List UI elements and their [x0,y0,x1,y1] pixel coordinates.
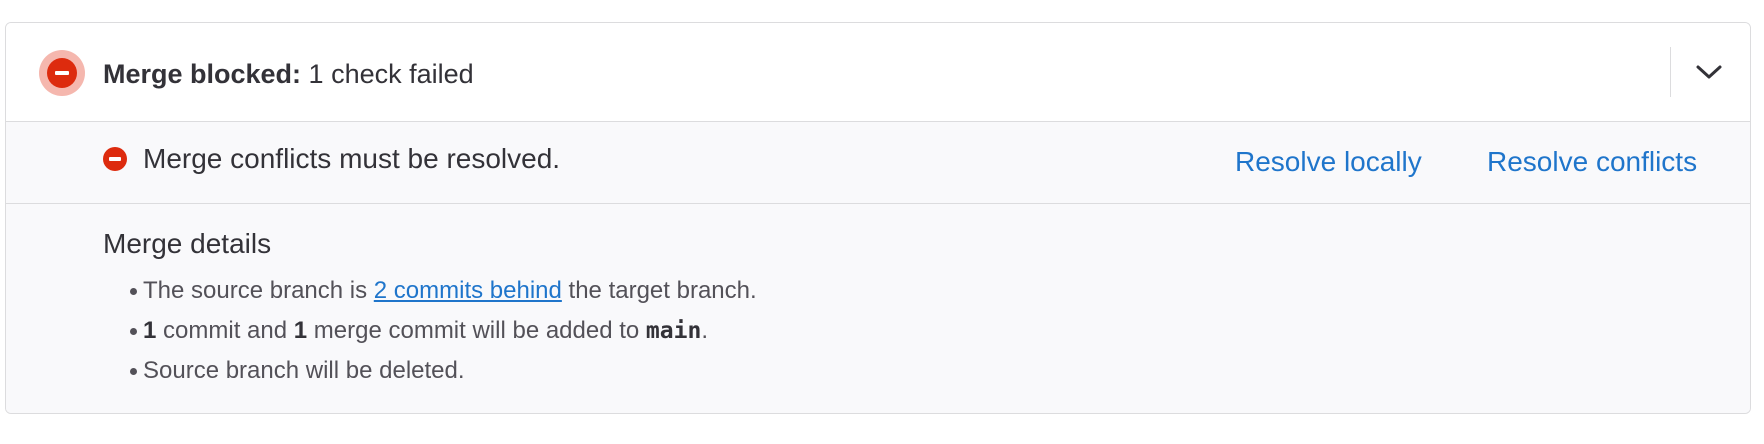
list-item: 1 commit and 1 merge commit will be adde… [103,311,757,351]
commit-count-label: commit and [156,317,294,344]
chevron-down-icon [1696,65,1722,79]
resolve-conflicts-button[interactable]: Resolve conflicts [1487,144,1697,180]
list-item: Source branch will be deleted. [103,351,757,391]
resolve-locally-button[interactable]: Resolve locally [1235,144,1422,180]
source-branch-delete-note: Source branch will be deleted. [143,357,465,384]
commit-count: 1 [143,317,157,344]
merge-status-label: Merge blocked: [103,59,302,89]
merge-check-row: Merge conflicts must be resolved. Resolv… [6,122,1750,204]
merge-check-message: Merge conflicts must be resolved. [143,143,561,174]
error-status-icon [39,50,85,96]
merge-details-section: Merge details The source branch is 2 com… [6,204,1750,413]
merge-widget-header: Merge blocked: 1 check failed [6,23,1750,122]
merge-widget: Merge blocked: 1 check failed Merge conf… [5,22,1751,414]
error-status-dot [47,58,77,88]
merge-status-summary: 1 check failed [301,59,474,89]
merge-commit-count: 1 [293,317,308,344]
error-status-icon [103,147,127,171]
commits-behind-link[interactable]: 2 commits behind [374,277,562,304]
merge-details-list: The source branch is 2 commits behind th… [103,271,757,391]
commits-behind-prefix: The source branch is [143,277,374,304]
commits-behind-suffix: the target branch. [561,277,757,304]
header-divider [1670,47,1671,97]
merge-status-title: Merge blocked: 1 check failed [103,57,474,91]
list-item: The source branch is 2 commits behind th… [103,271,757,311]
target-branch-name: main [645,318,702,344]
merge-commit-label: merge commit will be added to [307,317,646,344]
merge-details-title: Merge details [103,228,272,259]
expand-toggle-button[interactable] [1681,50,1737,94]
sentence-end: . [701,317,708,344]
